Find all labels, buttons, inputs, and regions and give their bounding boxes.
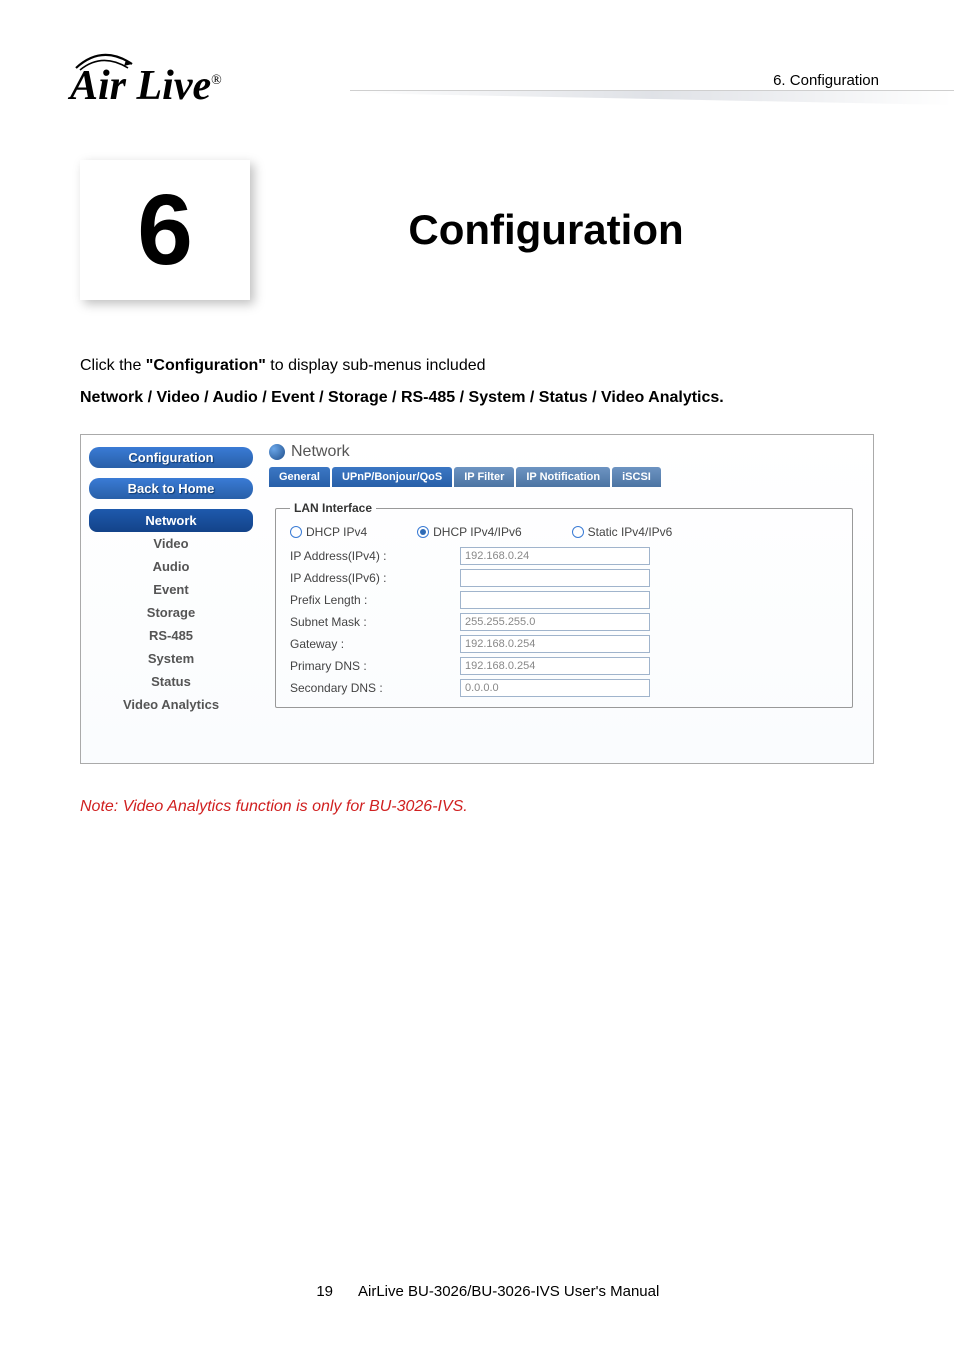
sidebar-item-storage[interactable]: Storage <box>89 601 253 624</box>
panel-title: Network <box>269 443 859 461</box>
sidebar: Configuration Back to Home Network Video… <box>81 435 261 763</box>
input-ipv6[interactable] <box>460 569 650 587</box>
manual-title: AirLive BU-3026/BU-3026-IVS User's Manua… <box>358 1283 659 1300</box>
chapter-heading: 6 Configuration <box>0 120 954 330</box>
label-secondary-dns: Secondary DNS : <box>290 681 460 695</box>
chapter-title: Configuration <box>278 206 874 254</box>
input-prefix[interactable] <box>460 591 650 609</box>
config-screenshot: Configuration Back to Home Network Video… <box>80 434 874 764</box>
tab-ipnotification[interactable]: IP Notification <box>516 467 610 487</box>
breadcrumb: 6. Configuration <box>773 72 879 89</box>
logo: Air Live® <box>70 50 222 110</box>
note-text: Note: Video Analytics function is only f… <box>0 764 954 850</box>
panel-title-text: Network <box>291 443 350 461</box>
label-gateway: Gateway : <box>290 637 460 651</box>
label-ipv4: IP Address(IPv4) : <box>290 549 460 563</box>
tab-iscsi[interactable]: iSCSI <box>612 467 661 487</box>
input-secondary-dns[interactable]: 0.0.0.0 <box>460 679 650 697</box>
footer: 19 AirLive BU-3026/BU-3026-IVS User's Ma… <box>0 1283 954 1300</box>
tab-general[interactable]: General <box>269 467 330 487</box>
radio-icon <box>290 526 302 538</box>
intro-submenus: Network / Video / Audio / Event / Storag… <box>80 389 724 406</box>
fieldset-legend: LAN Interface <box>290 501 376 515</box>
radio-icon <box>572 526 584 538</box>
sidebar-title: Configuration <box>89 447 253 468</box>
sidebar-item-system[interactable]: System <box>89 647 253 670</box>
label-ipv6: IP Address(IPv6) : <box>290 571 460 585</box>
radio-dhcp-ipv4[interactable]: DHCP IPv4 <box>290 525 367 539</box>
intro-pre: Click the <box>80 357 146 374</box>
radio-static[interactable]: Static IPv4/IPv6 <box>572 525 673 539</box>
intro-text: Click the "Configuration" to display sub… <box>0 330 954 414</box>
sidebar-item-rs485[interactable]: RS-485 <box>89 624 253 647</box>
label-prefix: Prefix Length : <box>290 593 460 607</box>
radio-dhcp-ipv4ipv6[interactable]: DHCP IPv4/IPv6 <box>417 525 521 539</box>
label-subnet: Subnet Mask : <box>290 615 460 629</box>
tab-ipfilter[interactable]: IP Filter <box>454 467 514 487</box>
radio-icon <box>417 526 429 538</box>
input-ipv4[interactable]: 192.168.0.24 <box>460 547 650 565</box>
chapter-number: 6 <box>137 173 193 288</box>
input-gateway[interactable]: 192.168.0.254 <box>460 635 650 653</box>
back-to-home-button[interactable]: Back to Home <box>89 478 253 499</box>
page-number: 19 <box>295 1283 355 1300</box>
tabs: General UPnP/Bonjour/QoS IP Filter IP No… <box>269 467 859 487</box>
intro-bold: "Configuration" <box>146 357 266 374</box>
intro-post: to display sub-menus included <box>266 357 486 374</box>
sidebar-item-video-analytics[interactable]: Video Analytics <box>89 693 253 716</box>
page-header: Air Live® 6. Configuration <box>0 0 954 120</box>
sidebar-item-video[interactable]: Video <box>89 532 253 555</box>
input-subnet[interactable]: 255.255.255.0 <box>460 613 650 631</box>
sidebar-item-status[interactable]: Status <box>89 670 253 693</box>
header-divider <box>350 90 954 120</box>
tab-upnp[interactable]: UPnP/Bonjour/QoS <box>332 467 452 487</box>
globe-icon <box>269 444 285 460</box>
sidebar-item-network[interactable]: Network <box>89 509 253 532</box>
label-primary-dns: Primary DNS : <box>290 659 460 673</box>
input-primary-dns[interactable]: 192.168.0.254 <box>460 657 650 675</box>
main-panel: Network General UPnP/Bonjour/QoS IP Filt… <box>261 435 873 763</box>
sidebar-item-audio[interactable]: Audio <box>89 555 253 578</box>
lan-interface-fieldset: LAN Interface DHCP IPv4 DHCP IPv4/IPv6 S… <box>275 501 853 708</box>
sidebar-item-event[interactable]: Event <box>89 578 253 601</box>
chapter-number-box: 6 <box>80 160 250 300</box>
